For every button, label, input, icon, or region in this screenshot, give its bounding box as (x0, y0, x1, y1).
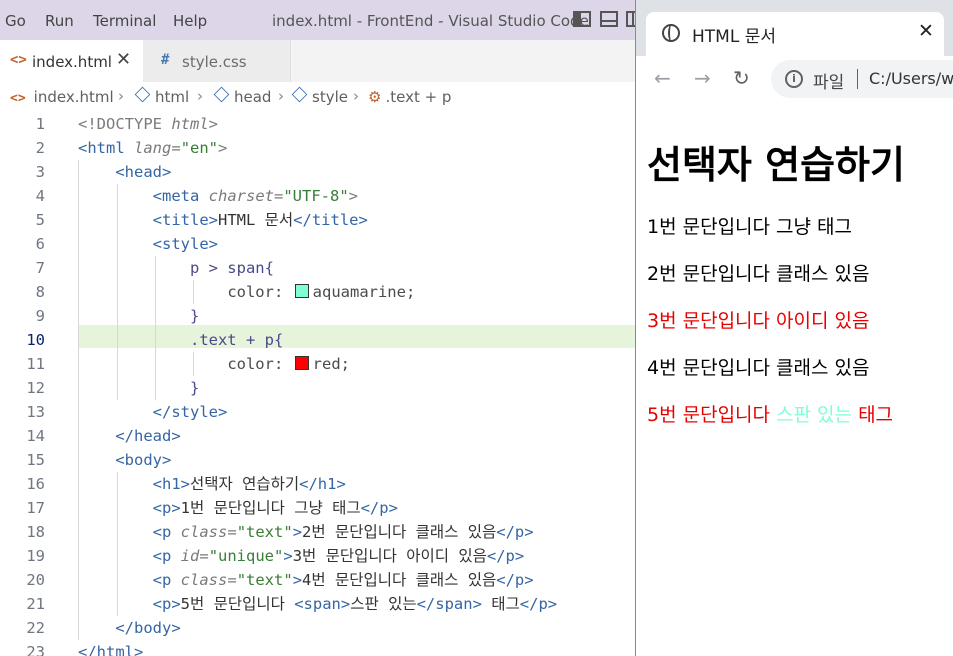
breadcrumb-head[interactable]: head (213, 86, 271, 106)
paragraph-5-text: 5번 문단입니다 (647, 404, 777, 426)
title-bar: Go Run Terminal Help index.html - FrontE… (0, 0, 636, 40)
code-line: 5 <title>HTML 문서</title> (35, 211, 368, 229)
tab-label: index.html (32, 53, 112, 71)
chevron-right-icon: › (353, 87, 359, 105)
browser-tab-title: HTML 문서 (692, 27, 776, 47)
chevron-right-icon: › (118, 87, 124, 105)
code-editor[interactable]: 1 <!DOCTYPE html> 2 <html lang="en"> 3 <he… (0, 112, 636, 656)
tab-style-css[interactable]: # style.css (143, 40, 291, 82)
code-line: 16 <h1>선택자 연습하기</h1> (26, 475, 346, 493)
vscode-window: Go Run Terminal Help index.html - FrontE… (0, 0, 636, 656)
breadcrumb-selector[interactable]: ⚙ .text + p (368, 88, 451, 106)
browser-toolbar: ← → ↻ i 파일 C:/Users/w (636, 56, 953, 104)
color-swatch[interactable] (294, 356, 309, 370)
breadcrumb-style[interactable]: style (291, 86, 348, 106)
editor-tab-bar: <> index.html ✕ # style.css (0, 40, 636, 82)
tab-label: style.css (182, 53, 247, 71)
paragraph-5-span: 스판 있는 (776, 404, 853, 426)
code-line: 17 <p>1번 문단입니다 그냥 태그</p> (26, 499, 398, 517)
url-text[interactable]: C:/Users/w (869, 69, 953, 88)
close-icon[interactable]: ✕ (116, 49, 131, 70)
reload-icon[interactable]: ↻ (733, 66, 750, 90)
forward-icon[interactable]: → (694, 66, 711, 90)
code-line: 8 color: aquamarine; (35, 283, 416, 301)
code-line: 9 } (35, 307, 200, 325)
code-line: 4 <meta charset="UTF-8"> (35, 187, 359, 205)
breadcrumb-html[interactable]: html (134, 86, 189, 106)
color-swatch[interactable] (294, 284, 309, 298)
code-line: 12 } (26, 379, 200, 397)
code-line: 11 color: red; (26, 355, 350, 373)
code-line: 7 p > span{ (35, 259, 274, 277)
paragraph-2: 2번 문단입니다 클래스 있음 (647, 263, 870, 285)
code-line: 2 <html lang="en"> (35, 139, 228, 157)
window-title: index.html - FrontEnd - Visual Studio Co… (272, 12, 589, 30)
code-line: 14 </head> (26, 427, 181, 445)
web-page: 선택자 연습하기 1번 문단입니다 그냥 태그 2번 문단입니다 클래스 있음 … (636, 104, 953, 656)
code-line: 22 </body> (26, 619, 181, 637)
toggle-panel-icon[interactable] (600, 11, 618, 27)
menu-run[interactable]: Run (45, 12, 74, 30)
code-line: 21 <p>5번 문단입니다 <span>스판 있는</span> 태그</p> (26, 595, 558, 613)
menu-help[interactable]: Help (173, 12, 207, 30)
html-file-icon: <> (10, 52, 27, 68)
paragraph-3: 3번 문단입니다 아이디 있음 (647, 310, 870, 332)
code-line-current: 10 .text + p{ (26, 331, 284, 349)
paragraph-1: 1번 문단입니다 그냥 태그 (647, 216, 853, 238)
breadcrumb: <> index.html › html › head › style › ⚙ .t… (0, 82, 636, 112)
chevron-right-icon: › (278, 87, 284, 105)
code-line: 15 <body> (26, 451, 172, 469)
paragraph-5-tail: 태그 (852, 404, 894, 426)
element-icon (134, 86, 151, 103)
code-line: 18 <p class="text">2번 문단입니다 클래스 있음</p> (26, 523, 534, 541)
code-line: 1 <!DOCTYPE html> (35, 115, 219, 133)
code-line: 3 <head> (35, 163, 172, 181)
code-line: 6 <style> (35, 235, 218, 253)
css-file-icon: # (161, 52, 170, 68)
menu-go[interactable]: Go (5, 12, 26, 30)
html-file-icon: <> (10, 91, 26, 106)
browser-tab[interactable]: HTML 문서 ✕ (646, 12, 944, 56)
omnibox-label: 파일 (813, 73, 845, 93)
toggle-sidebar-icon[interactable] (573, 11, 591, 27)
menu-terminal[interactable]: Terminal (93, 12, 156, 30)
element-icon (291, 86, 308, 103)
paragraph-5: 5번 문단입니다 스판 있는 태그 (647, 400, 893, 427)
divider (857, 69, 858, 89)
back-icon[interactable]: ← (654, 66, 671, 90)
paragraph-4: 4번 문단입니다 클래스 있음 (647, 357, 870, 379)
address-bar[interactable]: i 파일 C:/Users/w (771, 60, 953, 98)
breadcrumb-file[interactable]: <> index.html (10, 88, 114, 106)
element-icon (213, 86, 230, 103)
close-icon[interactable]: ✕ (918, 20, 934, 42)
page-heading: 선택자 연습하기 (647, 143, 905, 187)
info-icon[interactable]: i (785, 70, 803, 88)
browser-chrome: HTML 문서 ✕ ← → ↻ i 파일 C:/Users/w (636, 0, 953, 105)
globe-icon (662, 24, 680, 42)
code-line: 23 </html> (26, 643, 144, 656)
tab-index-html[interactable]: <> index.html ✕ (0, 40, 143, 82)
code-line: 20 <p class="text">4번 문단입니다 클래스 있음</p> (26, 571, 534, 589)
browser-window: HTML 문서 ✕ ← → ↻ i 파일 C:/Users/w 선택자 연습하기… (635, 0, 953, 656)
code-line: 13 </style> (26, 403, 228, 421)
chevron-right-icon: › (197, 87, 203, 105)
code-line: 19 <p id="unique">3번 문단입니다 아이디 있음</p> (26, 547, 525, 565)
css-rule-icon: ⚙ (368, 88, 382, 106)
